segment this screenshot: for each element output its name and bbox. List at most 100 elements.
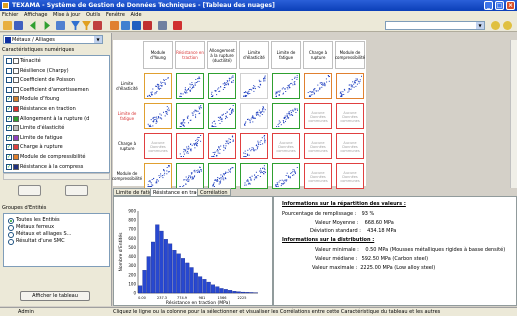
scatter-cell[interactable] bbox=[144, 73, 172, 99]
back-arrow-icon[interactable] bbox=[30, 21, 36, 30]
characteristic-item[interactable]: ✓ Charge à rupture bbox=[6, 143, 63, 151]
radio-button[interactable] bbox=[8, 239, 14, 245]
scatter-cell[interactable]: Aucune Données communes bbox=[336, 103, 364, 129]
scatter-cell[interactable] bbox=[208, 163, 236, 189]
minimize-button[interactable]: _ bbox=[484, 1, 493, 10]
matrix-column-header[interactable]: Limite d'élasticité bbox=[239, 41, 269, 69]
chevron-down-icon[interactable]: ▼ bbox=[94, 36, 102, 43]
plot-icon[interactable] bbox=[143, 21, 152, 30]
vertical-scrollbar[interactable] bbox=[510, 40, 517, 188]
matrix-row-header[interactable]: Limite de fatigue bbox=[113, 101, 141, 131]
filter-icon[interactable] bbox=[71, 21, 80, 30]
characteristic-item[interactable]: Coefficient de Poisson bbox=[6, 76, 75, 84]
scatter-cell[interactable] bbox=[304, 73, 332, 99]
matrix-column-header[interactable]: Limite de fatigue bbox=[271, 41, 301, 69]
scatter-cell[interactable] bbox=[240, 103, 268, 129]
characteristic-item[interactable]: Résilience (Charpy) bbox=[6, 67, 69, 75]
menu-aide[interactable]: Aide bbox=[128, 11, 143, 19]
scatter-icon[interactable] bbox=[121, 21, 130, 30]
cloud-icon[interactable] bbox=[110, 21, 119, 30]
scatter-cell[interactable] bbox=[144, 163, 172, 189]
matrix-column-header[interactable]: Charge à rupture bbox=[303, 41, 333, 69]
scatter-cell[interactable] bbox=[272, 73, 300, 99]
scatter-cell[interactable] bbox=[208, 133, 236, 159]
matrix-column-header[interactable]: Allongement à la rupture (ductilité) bbox=[207, 41, 237, 69]
characteristic-item[interactable]: Ténacité bbox=[6, 57, 41, 65]
close-button[interactable]: × bbox=[506, 1, 515, 10]
menu-fichier[interactable]: Fichier bbox=[0, 11, 20, 19]
scatter-cell[interactable] bbox=[336, 73, 364, 99]
menu-outils[interactable]: Outils bbox=[84, 11, 102, 19]
group-item[interactable]: Métaux et alliages S... bbox=[8, 231, 71, 238]
funnel-icon[interactable] bbox=[82, 21, 91, 30]
group-item[interactable]: Métaux ferreux bbox=[8, 224, 54, 231]
material-select[interactable]: Métaux / Alliages ▼ bbox=[3, 35, 103, 44]
scatter-cell[interactable] bbox=[240, 163, 268, 189]
scatter-cell[interactable]: Aucune Données communes bbox=[304, 103, 332, 129]
table-icon[interactable] bbox=[132, 21, 141, 30]
characteristic-item[interactable]: ✓ Résistance à la compress bbox=[6, 163, 83, 171]
checkbox[interactable] bbox=[6, 77, 12, 84]
checkbox[interactable]: ✓ bbox=[6, 144, 12, 151]
checkbox[interactable]: ✓ bbox=[6, 106, 12, 112]
menu-mise-a-jour[interactable]: Mise à jour bbox=[51, 11, 82, 19]
folder-icon[interactable] bbox=[3, 21, 12, 30]
scatter-cell[interactable] bbox=[176, 73, 204, 99]
characteristic-item[interactable]: Coefficient d'amortissemen bbox=[6, 86, 89, 94]
characteristics-list[interactable]: Ténacité Résilience (Charpy) Coefficient d… bbox=[3, 55, 110, 173]
menu-affichage[interactable]: Affichage bbox=[22, 11, 50, 19]
scatter-cell[interactable]: Aucune Données communes bbox=[336, 163, 364, 189]
help-icon[interactable] bbox=[491, 21, 500, 30]
scatter-cell[interactable] bbox=[176, 163, 204, 189]
tab-correlation[interactable]: Corrélation bbox=[197, 188, 231, 196]
scatter-cell[interactable] bbox=[240, 73, 268, 99]
chevron-down-icon[interactable]: ▼ bbox=[476, 22, 484, 29]
characteristic-item[interactable]: ✓ Module d'Young bbox=[6, 95, 59, 103]
scatter-cell[interactable]: Aucune Données communes bbox=[304, 163, 332, 189]
scatter-cell[interactable]: Aucune Données communes bbox=[336, 133, 364, 159]
matrix-column-header[interactable]: Module de compressibilité bbox=[335, 41, 365, 69]
info-icon[interactable] bbox=[503, 21, 512, 30]
scatter-cell[interactable] bbox=[176, 103, 204, 129]
scatter-cell[interactable] bbox=[208, 103, 236, 129]
scatter-cell[interactable] bbox=[208, 73, 236, 99]
check-all-button[interactable] bbox=[18, 185, 41, 196]
group-item[interactable]: Résultat d'une SMC bbox=[8, 238, 65, 245]
checkbox[interactable]: ✓ bbox=[6, 163, 12, 170]
save-icon[interactable] bbox=[14, 21, 23, 30]
matrix-row-header[interactable]: Limite d'élasticité bbox=[113, 71, 141, 101]
checkbox[interactable] bbox=[6, 67, 12, 74]
scatter-cell[interactable] bbox=[176, 133, 204, 159]
checkbox[interactable]: ✓ bbox=[6, 96, 12, 103]
scatter-cell[interactable]: Aucune Données communes bbox=[272, 133, 300, 159]
toolbar-combo[interactable]: ▼ bbox=[385, 21, 485, 30]
characteristic-item[interactable]: ✓ Résistance en traction bbox=[6, 105, 76, 113]
checkbox[interactable]: ✓ bbox=[6, 115, 12, 122]
characteristic-item[interactable]: ✓ Module de compressibilité bbox=[6, 153, 85, 161]
maximize-button[interactable]: □ bbox=[495, 1, 504, 10]
home-icon[interactable] bbox=[56, 21, 65, 30]
afficher-tableau-button[interactable]: Afficher le tableau bbox=[20, 291, 90, 301]
characteristic-item[interactable]: ✓ Allongement à la rupture (d bbox=[6, 115, 89, 123]
scatter-cell[interactable] bbox=[272, 103, 300, 129]
characteristic-item[interactable]: ✓ Limite d'élasticité bbox=[6, 124, 64, 132]
matrix-row-header[interactable]: Module de compressibilité bbox=[112, 161, 142, 191]
scatter-cell[interactable]: Aucune Données communes bbox=[304, 133, 332, 159]
image-icon[interactable] bbox=[158, 21, 167, 30]
scatter-cell[interactable]: Aucune Données communes bbox=[144, 133, 172, 159]
scatter-cell[interactable] bbox=[272, 163, 300, 189]
checkbox[interactable]: ✓ bbox=[6, 154, 12, 160]
horizontal-scrollbar[interactable] bbox=[3, 173, 110, 180]
checkbox[interactable]: ✓ bbox=[6, 125, 12, 132]
matrix-row-header[interactable]: Charge à rupture bbox=[113, 131, 141, 161]
characteristic-item[interactable]: ✓ Limite de fatigue bbox=[6, 134, 63, 142]
scatter-cell[interactable] bbox=[240, 133, 268, 159]
chart-icon[interactable] bbox=[93, 21, 102, 30]
matrix-column-header[interactable]: Résistance en traction bbox=[175, 41, 205, 69]
forward-arrow-icon[interactable] bbox=[44, 21, 50, 30]
uncheck-all-button[interactable] bbox=[65, 185, 88, 196]
checkbox[interactable]: ✓ bbox=[6, 134, 12, 141]
group-item[interactable]: Toutes les Entités bbox=[8, 217, 60, 224]
checkbox[interactable] bbox=[6, 86, 12, 93]
matrix-column-header[interactable]: Module d'Young bbox=[143, 41, 173, 69]
